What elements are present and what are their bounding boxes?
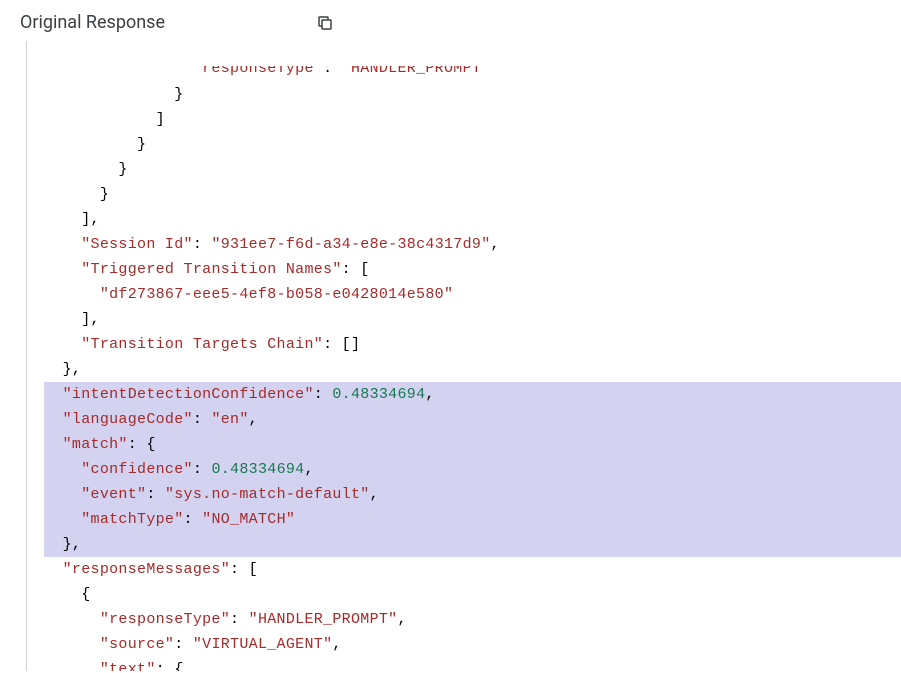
highlighted-line: "matchType": "NO_MATCH"	[44, 507, 901, 532]
json-key: "responseMessages"	[63, 561, 230, 578]
json-key: "Triggered Transition Names"	[81, 261, 341, 278]
highlighted-line: "intentDetectionConfidence": 0.48334694,	[44, 382, 901, 407]
json-key: "Transition Targets Chain"	[81, 336, 323, 353]
json-key: "responseType"	[100, 611, 230, 628]
highlighted-line: "match": {	[44, 432, 901, 457]
json-string: "931ee7-f6d-a34-e8e-38c4317d9"	[211, 236, 490, 253]
json-key: "intentDetectionConfidence"	[63, 386, 314, 403]
json-string: "sys.no-match-default"	[165, 486, 370, 503]
highlighted-line: },	[44, 532, 901, 557]
copy-icon[interactable]	[315, 13, 335, 33]
highlighted-line: "confidence": 0.48334694,	[44, 457, 901, 482]
json-string: "NO_MATCH"	[202, 511, 295, 528]
json-key: "responseType"	[193, 66, 323, 77]
json-key: "Session Id"	[81, 236, 193, 253]
json-string: "HANDLER_PROMPT"	[342, 66, 491, 77]
json-string: "en"	[211, 411, 248, 428]
json-string: "VIRTUAL_AGENT"	[193, 636, 333, 653]
json-key: "source"	[100, 636, 174, 653]
json-key: "languageCode"	[63, 411, 193, 428]
panel-header: Original Response	[0, 0, 901, 41]
json-key: "confidence"	[81, 461, 193, 478]
gutter-line	[26, 41, 27, 671]
code-viewer: "responseType": "HANDLER_PROMPT" } ] } }…	[0, 41, 901, 671]
json-number: 0.48334694	[332, 386, 425, 403]
json-string: "HANDLER_PROMPT"	[249, 611, 398, 628]
json-key: "event"	[81, 486, 146, 503]
json-string: "df273867-eee5-4ef8-b058-e0428014e580"	[100, 286, 453, 303]
highlighted-line: "event": "sys.no-match-default",	[44, 482, 901, 507]
json-key: "text"	[100, 661, 156, 671]
json-code[interactable]: "responseType": "HANDLER_PROMPT" } ] } }…	[26, 41, 901, 671]
panel-title: Original Response	[20, 12, 165, 33]
json-key: "matchType"	[81, 511, 183, 528]
json-number: 0.48334694	[211, 461, 304, 478]
json-key: "match"	[63, 436, 128, 453]
highlighted-line: "languageCode": "en",	[44, 407, 901, 432]
